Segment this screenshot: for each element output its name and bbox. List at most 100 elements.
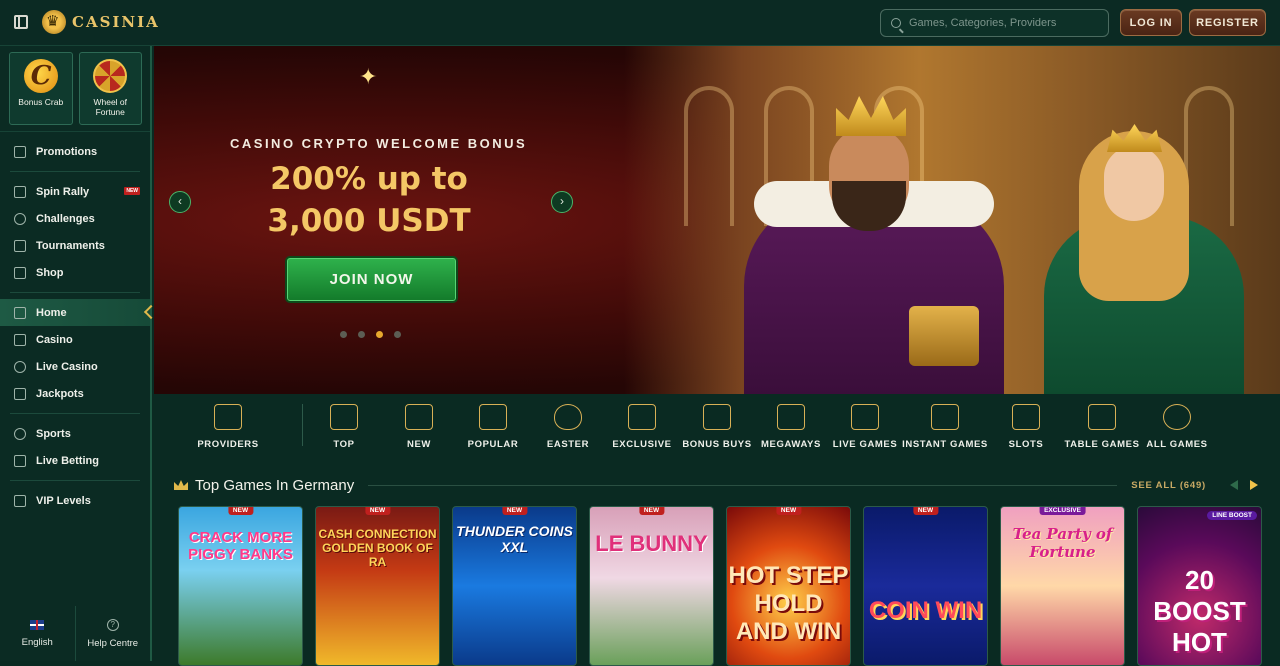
carousel-next-icon[interactable]: › — [551, 191, 573, 213]
cherries-icon — [1163, 404, 1191, 430]
category-bonus-buys[interactable]: BONUS BUYS — [681, 394, 753, 464]
category-label: NEW — [407, 439, 431, 450]
category-table-games[interactable]: TABLE GAMES — [1063, 394, 1141, 464]
hero-banner[interactable]: ✦ CASINO CRYPTO WELCOME BONUS 200% up to… — [154, 46, 1280, 394]
category-instant-games[interactable]: INSTANT GAMES — [901, 394, 989, 464]
sidebar-item-label: Live Betting — [36, 454, 99, 467]
sidebar-item-label: Jackpots — [36, 387, 84, 400]
category-megaways[interactable]: MEGAWAYS — [753, 394, 829, 464]
category-easter[interactable]: EASTER — [533, 394, 603, 464]
sidebar-item-vip-levels[interactable]: VIP Levels — [10, 487, 140, 514]
line-boost-badge: LINE BOOST — [1207, 511, 1257, 520]
game-tile[interactable]: LINE BOOST 20 BOOST HOT — [1137, 506, 1262, 666]
flag-icon — [14, 185, 26, 198]
game-tile[interactable]: NEW HOT STEP HOLD AND WIN — [726, 506, 851, 666]
sidebar-item-promotions[interactable]: Promotions — [10, 138, 140, 165]
wheel-icon — [93, 59, 128, 93]
join-now-button[interactable]: JOIN NOW — [285, 256, 458, 303]
promo-tiles: Bonus Crab Wheel of Fortune — [0, 46, 150, 132]
game-title: Tea Party of Fortune — [1012, 525, 1113, 561]
trophy-icon — [14, 212, 26, 225]
language-selector[interactable]: English — [0, 606, 75, 661]
sidebar-footer: English ? Help Centre — [0, 606, 150, 661]
login-button[interactable]: LOG IN — [1120, 9, 1182, 36]
carousel-dot[interactable] — [340, 331, 347, 338]
sidebar-item-label: Spin Rally — [36, 185, 90, 198]
game-title: 20 BOOST HOT — [1153, 565, 1246, 657]
new-badge: NEW — [501, 507, 528, 515]
logo[interactable]: CASINIA — [42, 10, 160, 34]
diamond-icon — [628, 404, 656, 430]
game-tile[interactable]: EXCLUSIVE Tea Party of Fortune — [1000, 506, 1125, 666]
sidebar-item-live-betting[interactable]: Live Betting — [10, 447, 140, 474]
nav-section-sports: Sports Live Betting — [10, 414, 140, 481]
game-tile[interactable]: NEW CRACK MORE PIGGY BANKS — [178, 506, 303, 666]
category-live-games[interactable]: LIVE GAMES — [829, 394, 901, 464]
shop-icon — [14, 266, 26, 279]
sidebar-item-label: Tournaments — [36, 239, 105, 252]
sidebar-item-jackpots[interactable]: Jackpots — [10, 380, 140, 407]
see-all-link[interactable]: SEE ALL (649) — [1131, 480, 1206, 491]
sidebar-item-sports[interactable]: Sports — [10, 420, 140, 447]
table-games-icon — [1088, 404, 1116, 430]
next-arrow-icon[interactable] — [1250, 480, 1258, 490]
game-title: CRACK MORE PIGGY BANKS — [188, 529, 293, 563]
category-label: TOP — [333, 439, 355, 450]
category-label: EASTER — [546, 439, 590, 450]
bonus-crab-tile[interactable]: Bonus Crab — [9, 52, 73, 125]
live-games-icon — [851, 404, 879, 430]
category-slots[interactable]: SLOTS — [989, 394, 1063, 464]
category-popular[interactable]: POPULAR — [453, 394, 533, 464]
category-new[interactable]: NEW — [385, 394, 453, 464]
divider — [368, 484, 1118, 486]
sidebar-item-shop[interactable]: Shop — [10, 259, 140, 286]
carousel-dot[interactable] — [394, 331, 401, 338]
game-tile[interactable]: NEW LE BUNNY — [589, 506, 714, 666]
sidebar-toggle-icon[interactable] — [14, 15, 28, 29]
sidebar-item-spin-rally[interactable]: Spin Rally NEW — [10, 178, 140, 205]
game-tile[interactable]: NEW COIN WIN — [863, 506, 988, 666]
search-box[interactable] — [880, 9, 1109, 37]
nav-section-engage: Spin Rally NEW Challenges Tournaments Sh… — [10, 172, 140, 293]
new-badge: NEW — [912, 507, 939, 515]
hero-kicker: CASINO CRYPTO WELCOME BONUS — [230, 136, 528, 151]
sidebar-item-live-casino[interactable]: Live Casino — [10, 353, 140, 380]
prev-arrow-icon[interactable] — [1230, 480, 1238, 490]
register-button[interactable]: REGISTER — [1189, 9, 1266, 36]
sidebar-item-home[interactable]: Home — [0, 299, 150, 326]
game-tile[interactable]: NEW THUNDER COINS XXL — [452, 506, 577, 666]
games-row: NEW CRACK MORE PIGGY BANKS NEW CASH CONN… — [178, 506, 1262, 666]
chip-icon — [14, 360, 26, 373]
crown-icon — [330, 404, 358, 430]
wheel-of-fortune-tile[interactable]: Wheel of Fortune — [78, 52, 142, 125]
cards-icon — [14, 333, 26, 346]
carousel-dot[interactable] — [358, 331, 365, 338]
uk-flag-icon — [30, 619, 45, 630]
ball-icon — [14, 427, 26, 440]
carousel-prev-icon[interactable]: ‹ — [169, 191, 191, 213]
category-top[interactable]: TOP — [303, 394, 385, 464]
sidebar-item-label: Shop — [36, 266, 64, 279]
category-label: INSTANT GAMES — [902, 439, 988, 450]
treasure-chest — [909, 306, 979, 366]
search-icon — [891, 18, 901, 28]
category-all-games[interactable]: ALL GAMES — [1141, 394, 1213, 464]
megaways-icon — [777, 404, 805, 430]
bonus-buys-icon — [703, 404, 731, 430]
sidebar-item-label: Sports — [36, 427, 71, 440]
sidebar-item-challenges[interactable]: Challenges — [10, 205, 140, 232]
carousel-dot-active[interactable] — [376, 331, 383, 338]
providers-icon — [214, 404, 242, 430]
help-icon: ? — [106, 618, 119, 631]
gift-icon — [14, 145, 26, 158]
category-exclusive[interactable]: EXCLUSIVE — [603, 394, 681, 464]
category-providers[interactable]: PROVIDERS — [154, 394, 302, 464]
sidebar-item-casino[interactable]: Casino — [10, 326, 140, 353]
sidebar-item-tournaments[interactable]: Tournaments — [10, 232, 140, 259]
search-input[interactable] — [909, 17, 1089, 29]
game-tile[interactable]: NEW CASH CONNECTION GOLDEN BOOK OF RA — [315, 506, 440, 666]
help-centre-link[interactable]: ? Help Centre — [74, 606, 151, 661]
sidebar-item-label: Home — [36, 306, 67, 319]
game-title: COIN WIN — [868, 597, 983, 624]
slots-icon — [1012, 404, 1040, 430]
